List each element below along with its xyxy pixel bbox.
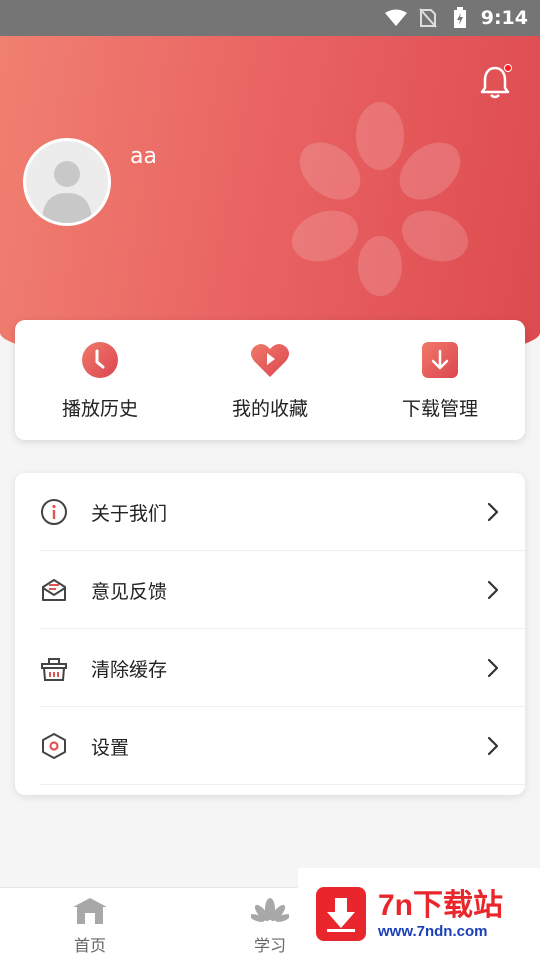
menu-item-clear-cache[interactable]: 清除缓存 [15, 629, 525, 707]
download-manager-button[interactable]: 下载管理 [370, 340, 510, 421]
chevron-right-icon [487, 658, 499, 678]
battery-charging-icon [449, 7, 471, 29]
menu-item-about[interactable]: 关于我们 [15, 473, 525, 551]
menu-item-label: 设置 [91, 736, 130, 759]
quick-action-label: 播放历史 [61, 397, 138, 420]
watermark-url: www.7ndn.com [378, 922, 488, 940]
nav-tab-home[interactable]: 首页 [45, 894, 135, 956]
download-icon [420, 340, 460, 380]
watermark-title: 7n下载站 [378, 888, 504, 922]
feedback-mail-icon [39, 575, 69, 605]
settings-menu: 关于我们 意见反馈 清除缓存 设置 [15, 473, 525, 795]
no-sim-icon [417, 7, 439, 29]
menu-item-settings[interactable]: 设置 [15, 707, 525, 785]
status-bar: 9:14 [0, 0, 540, 36]
quick-action-label: 下载管理 [401, 397, 478, 420]
home-icon [71, 894, 109, 928]
settings-hexagon-icon [39, 731, 69, 761]
chevron-right-icon [487, 736, 499, 756]
lotus-watermark-icon [292, 102, 468, 296]
chevron-right-icon [487, 502, 499, 522]
clear-cache-basket-icon [39, 653, 69, 683]
menu-item-feedback[interactable]: 意见反馈 [15, 551, 525, 629]
favorites-button[interactable]: 我的收藏 [200, 340, 340, 421]
avatar[interactable] [23, 138, 111, 226]
menu-item-label: 意见反馈 [91, 580, 168, 603]
lotus-icon [251, 894, 289, 928]
menu-item-label: 清除缓存 [91, 658, 168, 681]
avatar-placeholder-icon [42, 161, 92, 223]
wifi-icon [384, 7, 407, 29]
quick-actions-card: 播放历史 我的收藏 下载管理 [15, 320, 525, 440]
username[interactable]: aa [130, 144, 157, 169]
divider [40, 784, 525, 785]
chevron-right-icon [487, 580, 499, 600]
nav-tab-label: 学习 [253, 936, 286, 955]
info-icon [39, 497, 69, 527]
play-history-button[interactable]: 播放历史 [30, 340, 170, 421]
quick-action-label: 我的收藏 [231, 397, 308, 420]
notification-dot [504, 64, 512, 72]
site-watermark: 7n下载站 www.7ndn.com [298, 868, 540, 960]
clock-icon [80, 340, 120, 380]
download-arrow-logo-icon [316, 887, 366, 941]
nav-tab-label: 首页 [73, 936, 106, 955]
heart-play-icon [250, 340, 290, 380]
notification-button[interactable] [478, 64, 512, 100]
menu-item-label: 关于我们 [91, 502, 168, 525]
status-time: 9:14 [480, 7, 528, 29]
profile-header: aa [0, 36, 540, 366]
